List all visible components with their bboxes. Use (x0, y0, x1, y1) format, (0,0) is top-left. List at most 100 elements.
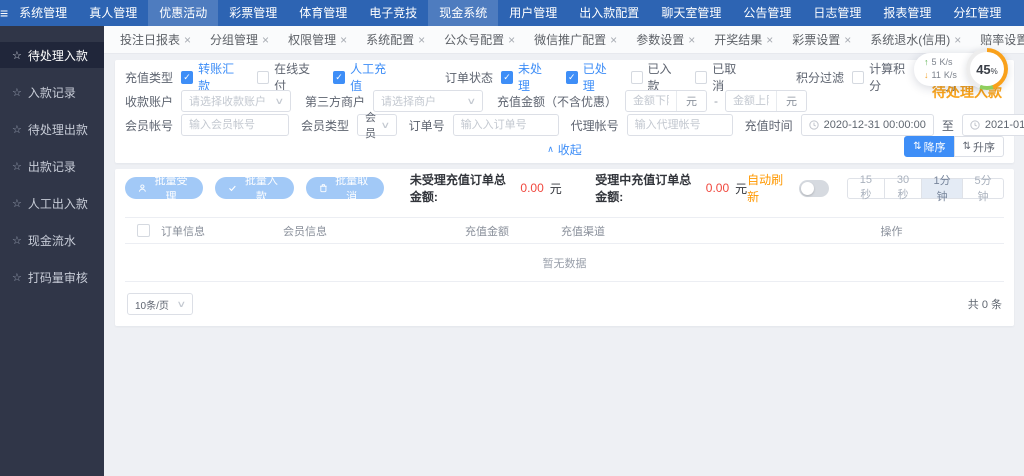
close-icon[interactable]: × (688, 33, 695, 47)
nav-item[interactable]: 电子竞技 (358, 0, 428, 26)
batch-cancel-button[interactable]: 批量取消 (306, 177, 384, 199)
arrow-up-icon: ↑ (924, 56, 929, 69)
checkbox-bank-transfer[interactable]: ✓转账汇款 (181, 60, 242, 94)
tab-bar: 投注日报表× 分组管理× 权限管理× 系统配置× 公众号配置× 微信推广配置× … (104, 26, 1024, 54)
interval-1min-button[interactable]: 1分钟 (921, 178, 963, 199)
batch-accept-button[interactable]: 批量受理 (125, 177, 203, 199)
sidebar-item-pending-withdrawal[interactable]: ☆ 待处理出款 (0, 116, 104, 142)
sidebar-item-withdrawal-records[interactable]: ☆ 出款记录 (0, 153, 104, 179)
sort-icon: ⇅ (963, 141, 971, 152)
star-icon: ☆ (12, 49, 22, 62)
filter-row-checkboxes: 充值类型 ✓转账汇款 在线支付 ✓人工充值 订单状态 ✓未处理 ✓已处理 已入款… (125, 65, 1004, 89)
end-date-input[interactable]: 2021-01-01 23:59:59 (962, 114, 1024, 136)
batch-deposit-button[interactable]: 批量入款 (215, 177, 293, 199)
checkbox-processed[interactable]: ✓已处理 (566, 60, 616, 94)
tab-item[interactable]: 分组管理× (210, 31, 269, 48)
member-account-label: 会员帐号 (125, 117, 173, 134)
start-date-input[interactable]: 2020-12-31 00:00:00 (801, 114, 934, 136)
star-icon: ☆ (12, 86, 22, 99)
recharge-time-label: 充值时间 (745, 117, 793, 134)
collapse-filters-link[interactable]: ∧ 收起 (125, 137, 1004, 161)
tab-item[interactable]: 公众号配置× (444, 31, 515, 48)
nav-item[interactable]: 优惠活动 (148, 0, 218, 26)
agent-account-input[interactable] (627, 114, 733, 136)
tab-item[interactable]: 彩票设置× (792, 31, 851, 48)
select-all-checkbox[interactable] (137, 224, 150, 237)
sort-asc-button[interactable]: ⇅ 升序 (954, 136, 1004, 157)
nav-item[interactable]: 出入款配置 (568, 0, 650, 26)
checkbox-unprocessed[interactable]: ✓未处理 (501, 60, 551, 94)
tab-item[interactable]: 赔率设置(官方)× (980, 31, 1024, 48)
checkbox-icon (695, 71, 707, 84)
sidebar-item-pending-deposit[interactable]: ☆ 待处理入款 (0, 42, 104, 68)
nav-item[interactable]: 真人管理 (78, 0, 148, 26)
tab-item[interactable]: 权限管理× (288, 31, 347, 48)
nav-item[interactable]: 用户管理 (498, 0, 568, 26)
hamburger-menu-icon[interactable]: ≡ (0, 5, 8, 21)
network-monitor-widget[interactable]: ↑ 5 K/s ↓ 11 K/s 45% (914, 48, 1008, 90)
nav-item[interactable]: 分红管理 (942, 0, 1012, 26)
close-icon[interactable]: × (954, 33, 961, 47)
nav-item[interactable]: 日志管理 (802, 0, 872, 26)
unaccepted-total-value: 0.00 (520, 181, 543, 195)
member-type-select[interactable]: 会员 ∨ (357, 114, 397, 136)
sidebar-item-deposit-records[interactable]: ☆ 入款记录 (0, 79, 104, 105)
tab-item[interactable]: 系统配置× (366, 31, 425, 48)
nav-item[interactable]: 聊天室管理 (650, 0, 732, 26)
amount-min-field: 元 (625, 90, 707, 112)
tab-item[interactable]: 系统退水(信用)× (870, 31, 961, 48)
sidebar-item-manual-transactions[interactable]: ☆ 人工出入款 (0, 190, 104, 216)
close-icon[interactable]: × (418, 33, 425, 47)
column-order-info: 订单信息 (161, 223, 283, 239)
sort-button-group: ⇅ 降序 ⇅ 升序 (904, 136, 1004, 157)
nav-item[interactable]: 系统管理 (8, 0, 78, 26)
order-no-input[interactable] (453, 114, 559, 136)
checkbox-icon (257, 71, 269, 84)
checkbox-deposited[interactable]: 已入款 (631, 60, 681, 94)
amount-min-input[interactable] (626, 91, 676, 111)
member-account-input[interactable] (181, 114, 289, 136)
auto-refresh-toggle[interactable] (799, 180, 829, 197)
checkbox-manual-recharge[interactable]: ✓人工充值 (333, 60, 394, 94)
accepting-total-value: 0.00 (706, 181, 729, 195)
tab-item[interactable]: 投注日报表× (120, 31, 191, 48)
sidebar: ☆ 待处理入款 ☆ 入款记录 ☆ 待处理出款 ☆ 出款记录 ☆ 人工出入款 ☆ … (0, 26, 104, 476)
interval-5min-button[interactable]: 5分钟 (962, 178, 1004, 199)
amount-max-input[interactable] (726, 91, 776, 111)
nav-item[interactable]: 体育管理 (288, 0, 358, 26)
checkbox-count-points[interactable]: 计算积分 (852, 60, 913, 94)
nav-item[interactable]: 现金系统 (428, 0, 498, 26)
order-no-label: 订单号 (409, 117, 445, 134)
table-footer: 10条/页 ∨ 共 0 条 (125, 282, 1004, 326)
close-icon[interactable]: × (184, 33, 191, 47)
checkbox-online-payment[interactable]: 在线支付 (257, 60, 318, 94)
page-size-select[interactable]: 10条/页 ∨ (127, 293, 193, 315)
star-icon: ☆ (12, 197, 22, 210)
close-icon[interactable]: × (262, 33, 269, 47)
close-icon[interactable]: × (610, 33, 617, 47)
chevron-down-icon: ∨ (275, 96, 285, 107)
close-icon[interactable]: × (508, 33, 515, 47)
trash-icon (319, 183, 328, 193)
receive-account-select[interactable]: 请选择收款账户 ∨ (181, 90, 291, 112)
table-header: 订单信息 会员信息 充值金额 充值渠道 操作 (125, 217, 1004, 244)
sort-desc-button[interactable]: ⇅ 降序 (904, 136, 954, 157)
sidebar-item-turnover-audit[interactable]: ☆ 打码量审核 (0, 264, 104, 290)
sidebar-item-cash-flow[interactable]: ☆ 现金流水 (0, 227, 104, 253)
close-icon[interactable]: × (340, 33, 347, 47)
close-icon[interactable]: × (766, 33, 773, 47)
tab-item[interactable]: 开奖结果× (714, 31, 773, 48)
close-icon[interactable]: × (844, 33, 851, 47)
third-party-select[interactable]: 请选择商户 ∨ (373, 90, 483, 112)
interval-30s-button[interactable]: 30秒 (884, 178, 922, 199)
tab-item[interactable]: 参数设置× (636, 31, 695, 48)
tab-item[interactable]: 微信推广配置× (534, 31, 617, 48)
interval-15s-button[interactable]: 15秒 (847, 178, 885, 199)
recharge-link[interactable]: 充值 (1012, 0, 1024, 26)
navbar-right: 充值 提现 在线 2 密码重置 ∨ (1012, 0, 1024, 26)
nav-item[interactable]: 公告管理 (732, 0, 802, 26)
checkbox-cancelled[interactable]: 已取消 (695, 60, 745, 94)
nav-item[interactable]: 彩票管理 (218, 0, 288, 26)
nav-item[interactable]: 报表管理 (872, 0, 942, 26)
checkbox-icon: ✓ (566, 71, 578, 84)
